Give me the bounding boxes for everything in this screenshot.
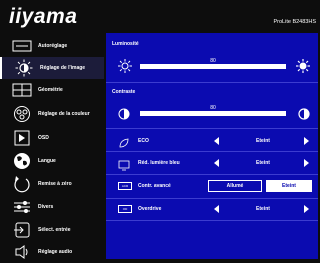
settings-panel: Luminosité 80 Contraste 80 ECO Eteint Ré…: [106, 33, 318, 259]
sidebar-item-label: Langue: [38, 158, 56, 164]
brightness-track[interactable]: [140, 64, 286, 69]
acr-icon: ACR: [118, 182, 132, 190]
sidebar-item-reset[interactable]: Remise à zéro: [0, 173, 104, 195]
sidebar-item-label: Remise à zéro: [38, 181, 72, 187]
overdrive-prev-arrow[interactable]: [214, 205, 219, 213]
advanced-contrast-off-button[interactable]: Eteint: [266, 180, 312, 192]
geometry-icon: [12, 82, 32, 98]
color-adjust-icon: [12, 106, 32, 122]
contrast-slider[interactable]: 80: [112, 105, 314, 121]
sidebar-menu: Autoréglage Réglage de l'image Géométrie…: [0, 33, 104, 262]
divider: [106, 128, 318, 129]
sidebar-item-label: Réglage de la couleur: [38, 111, 90, 117]
eco-next-arrow[interactable]: [304, 137, 309, 145]
language-globe-icon: [12, 153, 32, 169]
sidebar-item-auto-adjust[interactable]: Autoréglage: [0, 35, 104, 57]
sidebar-item-image-adjust[interactable]: Réglage de l'image: [0, 57, 104, 79]
blue-light-row[interactable]: Réd. lumière bleu Eteint: [106, 153, 318, 173]
speaker-icon: [12, 244, 32, 260]
header-bar: iiyama ProLite B2483HS: [0, 0, 320, 34]
divider: [106, 220, 318, 221]
sidebar-item-input-select[interactable]: Sélect. entrée: [0, 219, 104, 241]
eco-value: Eteint: [256, 138, 270, 144]
sidebar-item-label: Sélect. entrée: [38, 227, 71, 233]
blue-light-label: Réd. lumière bleu: [138, 160, 180, 166]
sidebar-item-label: Autoréglage: [38, 43, 68, 49]
reset-icon: [12, 176, 32, 193]
divider: [106, 174, 318, 175]
advanced-contrast-row[interactable]: ACR Contr. avancé Allumé Eteint: [106, 176, 318, 196]
brightness-slider[interactable]: 80: [112, 58, 314, 74]
auto-adjust-icon: [12, 38, 32, 54]
brightness-low-icon: [118, 59, 132, 78]
misc-sliders-icon: [12, 199, 32, 215]
image-adjust-icon: [14, 59, 34, 77]
blue-light-value: Eteint: [256, 160, 270, 166]
sidebar-item-color-adjust[interactable]: Réglage de la couleur: [0, 103, 104, 125]
model-name: ProLite B2483HS: [273, 19, 317, 25]
divider: [106, 82, 318, 83]
divider: [106, 151, 318, 152]
sidebar-item-label: Réglage de l'image: [40, 65, 86, 71]
eco-prev-arrow[interactable]: [214, 137, 219, 145]
sidebar-item-geometry[interactable]: Géométrie: [0, 79, 104, 101]
overdrive-next-arrow[interactable]: [304, 205, 309, 213]
eco-label: ECO: [138, 138, 149, 144]
overdrive-label: Overdrive: [138, 206, 162, 212]
advanced-contrast-on-button[interactable]: Allumé: [208, 180, 262, 192]
brightness-label: Luminosité: [112, 41, 139, 47]
contrast-high-icon: [298, 107, 310, 125]
sidebar-item-label: OSD: [38, 135, 49, 141]
brand-logo: iiyama: [9, 5, 78, 28]
contrast-label: Contraste: [112, 89, 136, 95]
sidebar-item-label: Réglage audio: [38, 249, 73, 255]
sidebar-item-label: Divers: [38, 204, 54, 210]
overdrive-value: Eteint: [256, 206, 270, 212]
sidebar-item-osd[interactable]: OSD: [0, 127, 104, 149]
eco-row[interactable]: ECO Eteint: [106, 131, 318, 151]
contrast-track[interactable]: [140, 111, 286, 116]
sidebar-item-language[interactable]: Langue: [0, 150, 104, 172]
blue-light-next-arrow[interactable]: [304, 159, 309, 167]
eco-leaf-icon: [118, 136, 130, 148]
sidebar-item-misc[interactable]: Divers: [0, 196, 104, 218]
sidebar-item-audio[interactable]: Réglage audio: [0, 241, 104, 263]
blue-light-icon: [118, 158, 130, 171]
brightness-high-icon: [296, 59, 310, 78]
sidebar-item-label: Géométrie: [38, 87, 63, 93]
overdrive-row[interactable]: OD Overdrive Eteint: [106, 199, 318, 219]
overdrive-icon: OD: [118, 205, 132, 213]
advanced-contrast-label: Contr. avancé: [138, 183, 171, 189]
input-select-icon: [12, 222, 32, 238]
blue-light-prev-arrow[interactable]: [214, 159, 219, 167]
contrast-low-icon: [118, 107, 130, 125]
osd-icon: [12, 130, 32, 146]
